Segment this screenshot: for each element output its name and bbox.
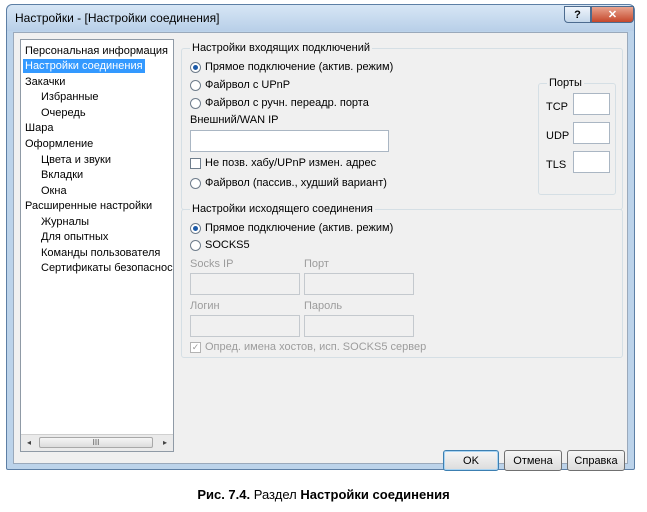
incoming-upnp-label: Файрвол с UPnP — [205, 79, 291, 91]
tree-item-appearance[interactable]: Оформление — [25, 137, 93, 151]
tree-item-personal-info[interactable]: Персональная информация — [25, 44, 168, 58]
socks-ip-input[interactable] — [190, 273, 300, 295]
caption-prefix: Рис. 7.4. — [197, 487, 251, 502]
radio-unchecked-icon[interactable] — [190, 239, 201, 251]
incoming-passive-option[interactable]: Файрвол (пассив., худший вариант) — [190, 177, 387, 189]
title-bar[interactable]: Настройки - [Настройки соединения] ? ✕ — [7, 5, 634, 31]
outgoing-direct-label: Прямое подключение (актив. режим) — [205, 222, 394, 234]
scroll-left-icon[interactable]: ◂ — [23, 437, 35, 449]
radio-checked-icon[interactable] — [190, 61, 201, 73]
no-hub-change-checkbox[interactable]: Не позв. хабу/UPnP измен. адрес — [190, 157, 376, 169]
ports-group: Порты TCP UDP TLS — [538, 77, 616, 195]
incoming-upnp-option[interactable]: Файрвол с UPnP — [190, 79, 290, 91]
tree-item-connection-settings[interactable]: Настройки соединения — [23, 59, 145, 73]
incoming-group-title: Настройки входящих подключений — [190, 42, 373, 55]
tree-item-certificates[interactable]: Сертификаты безопаснос — [41, 261, 173, 275]
login-input[interactable] — [190, 315, 300, 337]
incoming-manual-port-label: Файрвол с ручн. переадр. порта — [205, 97, 369, 109]
help-title-button[interactable]: ? — [564, 6, 591, 23]
wan-ip-input[interactable] — [190, 130, 389, 152]
figure-caption: Рис. 7.4. Раздел Настройки соединения — [0, 487, 647, 502]
incoming-direct-option[interactable]: Прямое подключение (актив. режим) — [190, 61, 393, 73]
close-button[interactable]: ✕ — [591, 6, 634, 23]
tree-item-tabs[interactable]: Вкладки — [41, 168, 83, 182]
help-button[interactable]: Справка — [567, 450, 625, 471]
incoming-direct-label: Прямое подключение (актив. режим) — [205, 61, 394, 73]
incoming-manual-port-option[interactable]: Файрвол с ручн. переадр. порта — [190, 97, 369, 109]
outgoing-connection-group: Настройки исходящего соединения Прямое п… — [181, 203, 623, 358]
udp-label: UDP — [546, 130, 570, 142]
socks-ip-label: Socks IP — [190, 258, 234, 270]
tree-item-experts[interactable]: Для опытных — [41, 230, 108, 244]
socks-port-label: Порт — [304, 258, 329, 270]
password-input[interactable] — [304, 315, 414, 337]
incoming-passive-label: Файрвол (пассив., худший вариант) — [205, 177, 387, 189]
radio-checked-icon[interactable] — [190, 222, 201, 234]
radio-unchecked-icon[interactable] — [190, 79, 201, 91]
caption-bold: Настройки соединения — [300, 487, 450, 502]
socks5-resolve-checkbox[interactable]: ✓ Опред. имена хостов, исп. SOCKS5 серве… — [190, 341, 426, 353]
tree-item-share[interactable]: Шара — [25, 121, 53, 135]
tls-port-input[interactable] — [573, 151, 610, 173]
tcp-port-input[interactable] — [573, 93, 610, 115]
outgoing-socks5-label: SOCKS5 — [205, 239, 250, 251]
tree-item-user-commands[interactable]: Команды пользователя — [41, 246, 160, 260]
tree-horizontal-scrollbar[interactable]: ◂ III ▸ — [21, 434, 173, 451]
checkbox-unchecked-icon[interactable] — [190, 157, 201, 169]
no-hub-change-label: Не позв. хабу/UPnP измен. адрес — [205, 157, 377, 169]
tree-item-advanced[interactable]: Расширенные настройки — [25, 199, 152, 213]
tcp-label: TCP — [546, 101, 568, 113]
cancel-button[interactable]: Отмена — [504, 450, 562, 471]
radio-unchecked-icon[interactable] — [190, 177, 201, 189]
settings-window: Настройки - [Настройки соединения] ? ✕ П… — [6, 4, 635, 471]
ports-group-title: Порты — [547, 77, 584, 90]
tls-label: TLS — [546, 159, 567, 171]
radio-unchecked-icon[interactable] — [190, 97, 201, 109]
caption-text: Раздел — [250, 487, 301, 502]
outgoing-socks5-option[interactable]: SOCKS5 — [190, 239, 250, 251]
tree-item-logs[interactable]: Журналы — [41, 215, 89, 229]
incoming-connections-group: Настройки входящих подключений Прямое по… — [181, 42, 623, 210]
tree-item-queue[interactable]: Очередь — [41, 106, 86, 120]
tree-item-windows[interactable]: Окна — [41, 184, 67, 198]
wan-ip-label: Внешний/WAN IP — [190, 114, 279, 126]
socks-port-input[interactable] — [304, 273, 414, 295]
tree-item-colors-sounds[interactable]: Цвета и звуки — [41, 153, 111, 167]
settings-tree[interactable]: Персональная информация Настройки соедин… — [20, 39, 174, 452]
udp-port-input[interactable] — [573, 122, 610, 144]
login-label: Логин — [190, 300, 220, 312]
dialog-client-area: Персональная информация Настройки соедин… — [13, 32, 628, 471]
ok-button[interactable]: OK — [443, 450, 499, 471]
window-title: Настройки - [Настройки соединения] — [15, 11, 220, 25]
scroll-right-icon[interactable]: ▸ — [159, 437, 171, 449]
scroll-thumb[interactable]: III — [39, 437, 153, 448]
outgoing-group-title: Настройки исходящего соединения — [190, 203, 375, 216]
socks5-resolve-label: Опред. имена хостов, исп. SOCKS5 сервер — [205, 341, 427, 353]
checkmark-icon[interactable]: ✓ — [190, 341, 201, 353]
outgoing-direct-option[interactable]: Прямое подключение (актив. режим) — [190, 222, 393, 234]
tree-item-favorites[interactable]: Избранные — [41, 90, 99, 104]
tree-item-downloads[interactable]: Закачки — [25, 75, 65, 89]
password-label: Пароль — [304, 300, 343, 312]
